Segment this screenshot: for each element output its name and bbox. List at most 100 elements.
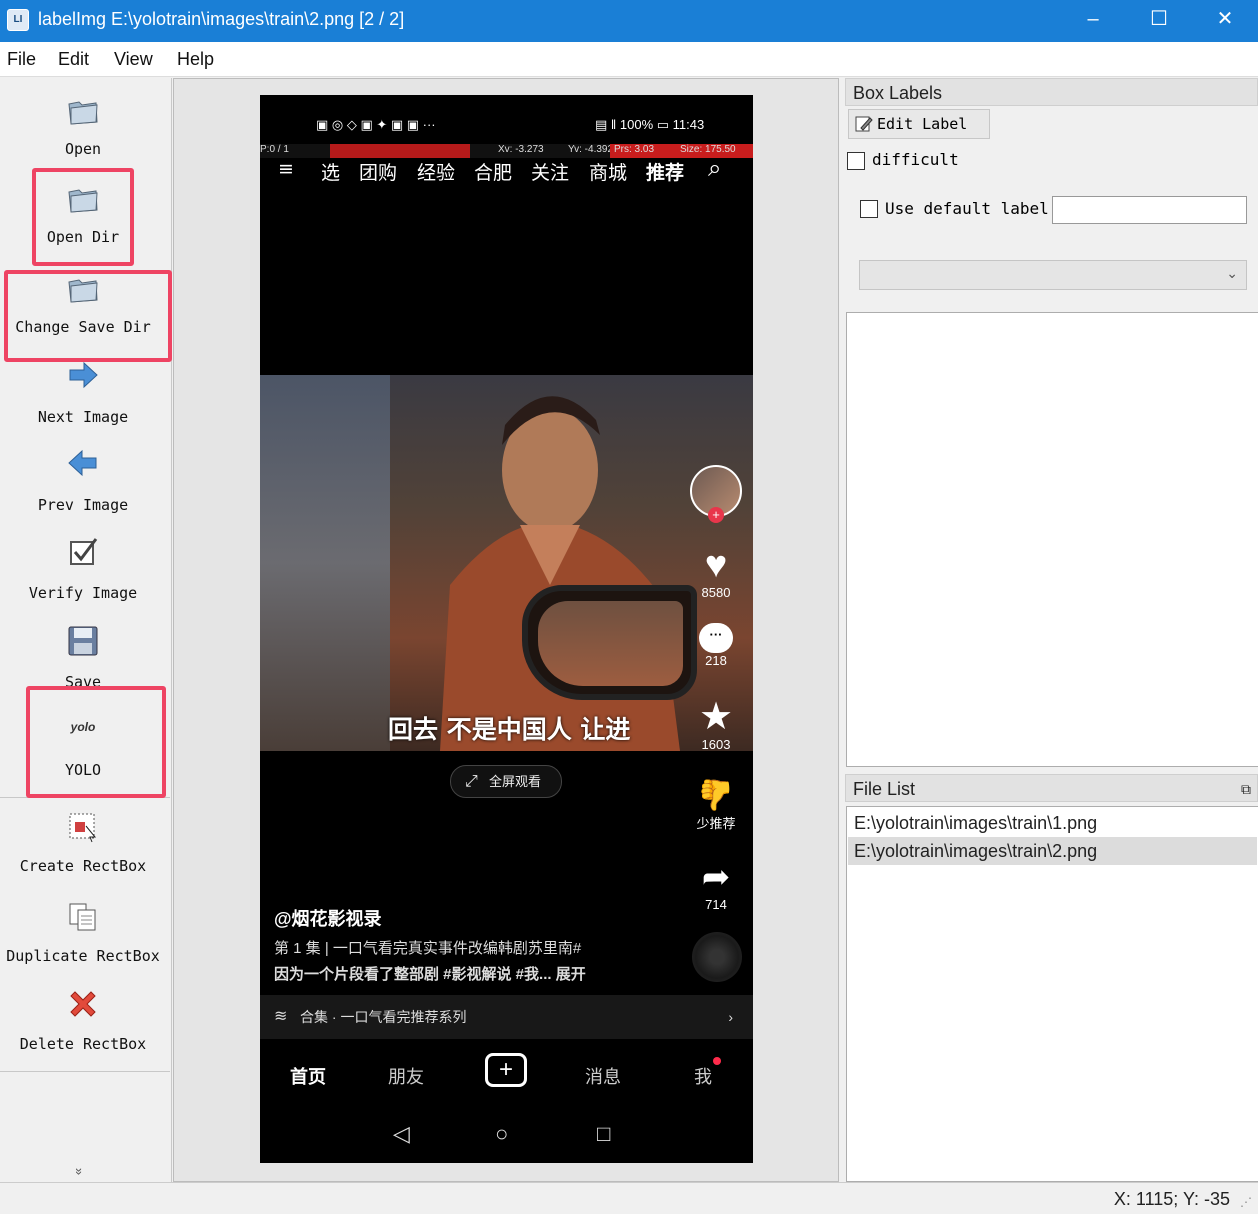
not-recommend-button[interactable]: 👍 少推荐 (685, 775, 747, 832)
toolbar-extension-icon[interactable]: » (72, 1168, 87, 1175)
tab-xuan: 选 (321, 162, 341, 184)
label-dropdown[interactable]: ⌄ (859, 260, 1247, 290)
debug-red-block (330, 144, 470, 158)
duplicate-rectbox-label: Duplicate RectBox (6, 947, 160, 965)
checkbox-check-icon (70, 538, 98, 565)
difficult-checkbox[interactable] (847, 152, 865, 170)
create-rectbox-button[interactable]: Create RectBox (0, 804, 166, 890)
collection-bar[interactable]: ≋ 合集 · 一口气看完推荐系列 › (260, 995, 753, 1039)
open-button[interactable]: Open (0, 88, 166, 174)
menu-view[interactable]: View (114, 49, 153, 70)
prev-image-button[interactable]: Prev Image (0, 440, 166, 526)
default-label-input[interactable] (1052, 196, 1247, 224)
app-icon: LI (7, 9, 29, 31)
nav-friends: 朋友 (388, 1067, 424, 1087)
tab-shangcheng: 商城 (589, 162, 628, 184)
file-list-item-selected[interactable]: E:\yolotrain\images\train\2.png (848, 837, 1257, 865)
fullscreen-button[interactable]: ⤢ 全屏观看 (450, 765, 562, 798)
heart-icon: ♥ (704, 544, 728, 586)
debug-prs: Prs: 3.03 (614, 144, 655, 155)
favorite-button[interactable]: ★ 1603 (685, 697, 747, 752)
file-list-panel: File List ⧉ E:\yolotrain\images\train\1.… (845, 774, 1258, 1182)
prev-image-label: Prev Image (37, 496, 129, 514)
create-rectbox-label: Create RectBox (19, 857, 147, 875)
next-image-button[interactable]: Next Image (0, 352, 166, 438)
video-description-line1: 第 1 集 | 一口气看完真实事件改编韩剧苏里南# (274, 940, 582, 957)
verify-image-button[interactable]: Verify Image (0, 528, 166, 614)
debug-p: P:0 / 1 (260, 144, 289, 155)
add-video-icon: + (485, 1053, 527, 1087)
chevron-right-icon: › (728, 1009, 733, 1025)
tab-guanzhu: 关注 (531, 162, 570, 184)
title-bar: LI labelImg E:\yolotrain\images\train\2.… (0, 0, 1258, 42)
floppy-disk-icon (68, 626, 98, 656)
comment-icon: ··· (699, 623, 733, 653)
tab-tuangou: 团购 (359, 162, 398, 184)
chevron-down-icon: ⌄ (1226, 265, 1238, 281)
folder-open-icon (68, 101, 98, 125)
float-panel-icon[interactable]: ⧉ (1241, 775, 1251, 803)
cursor-coordinates: X: 1115; Y: -35 (1113, 1189, 1230, 1209)
music-disc[interactable] (692, 932, 742, 982)
menu-help[interactable]: Help (177, 49, 214, 70)
next-image-label: Next Image (37, 408, 129, 426)
video-car-mirror (522, 585, 697, 700)
copy-icon (69, 903, 96, 931)
resize-grip-icon[interactable]: ⋰ (1240, 1195, 1252, 1209)
menu-edit[interactable]: Edit (58, 49, 89, 70)
fullscreen-label: 全屏观看 (489, 774, 542, 789)
fullscreen-icon: ⤢ (465, 773, 478, 790)
labeled-image[interactable]: ▣ ◎ ◇ ▣ ✦ ▣ ▣ ··· ▤ ‖ 100% ▭ 11:43 P:0 /… (260, 95, 753, 1163)
tab-jingyan: 经验 (417, 162, 456, 184)
phone-bottom-nav: 首页 朋友 + 消息 我 (260, 1043, 753, 1103)
menu-bar: File Edit View Help (0, 42, 1258, 77)
phone-top-tabs: ≡ 选 团购 经验 合肥 关注 商城 推荐 ⌕ (260, 154, 753, 188)
file-list-title: File List ⧉ (845, 774, 1258, 802)
notification-dot (713, 1057, 721, 1065)
highlight-change-save-dir (4, 270, 172, 362)
video-author[interactable]: @烟花影视录 (274, 905, 382, 931)
window-title: labelImg E:\yolotrain\images\train\2.png… (38, 9, 405, 29)
maximize-button[interactable]: ☐ (1126, 0, 1192, 40)
comment-button[interactable]: ··· 218 (685, 623, 747, 668)
video-description-line2[interactable]: 因为一个片段看了整部剧 #影视解说 #我... 展开 (274, 963, 586, 984)
menu-icon: ≡ (278, 158, 294, 180)
difficult-label: difficult (872, 150, 959, 169)
menu-file[interactable]: File (7, 49, 36, 70)
like-button[interactable]: ♥ 8580 (685, 545, 747, 600)
share-count: 714 (705, 897, 727, 912)
close-button[interactable]: ✕ (1192, 0, 1258, 40)
file-list-title-text: File List (853, 779, 916, 799)
arrow-left-icon (68, 449, 97, 477)
box-labels-title: Box Labels (845, 78, 1258, 106)
delete-rectbox-button[interactable]: Delete RectBox (0, 982, 166, 1068)
create-rect-icon (69, 813, 97, 843)
edit-pencil-icon (855, 116, 873, 132)
file-list-item[interactable]: E:\yolotrain\images\train\1.png (848, 809, 1257, 837)
use-default-label-checkbox[interactable] (860, 200, 878, 218)
recents-icon: □ (597, 1121, 611, 1146)
highlight-open-dir (32, 168, 134, 266)
nav-me: 我 (694, 1067, 712, 1087)
home-icon: ○ (495, 1121, 509, 1146)
minimize-button[interactable]: – (1060, 0, 1126, 40)
tab-hefei: 合肥 (474, 162, 513, 184)
duplicate-rectbox-button[interactable]: Duplicate RectBox (0, 894, 166, 980)
share-button[interactable]: ➦ 714 (685, 857, 747, 912)
verify-image-label: Verify Image (28, 584, 138, 602)
file-list[interactable]: E:\yolotrain\images\train\1.png E:\yolot… (846, 806, 1258, 1182)
arrow-right-icon (69, 361, 98, 389)
collection-label: 合集 · 一口气看完推荐系列 (300, 1009, 467, 1025)
label-list[interactable] (846, 312, 1258, 767)
highlight-yolo (26, 686, 166, 798)
debug-yv: Yv: -4.392 (568, 144, 614, 155)
tab-tuijian: 推荐 (646, 162, 685, 184)
delete-x-icon (70, 991, 96, 1017)
edit-label-button[interactable]: Edit Label (848, 109, 990, 139)
avatar[interactable]: + (685, 465, 747, 523)
edit-label-text: Edit Label (877, 115, 968, 133)
status-icons-right: ▤ ‖ 100% ▭ 11:43 (595, 117, 705, 132)
use-default-label-text: Use default label (885, 199, 1049, 218)
status-icons-left: ▣ ◎ ◇ ▣ ✦ ▣ ▣ ··· (316, 117, 436, 132)
thumbs-down-icon: 👍 (697, 778, 735, 811)
